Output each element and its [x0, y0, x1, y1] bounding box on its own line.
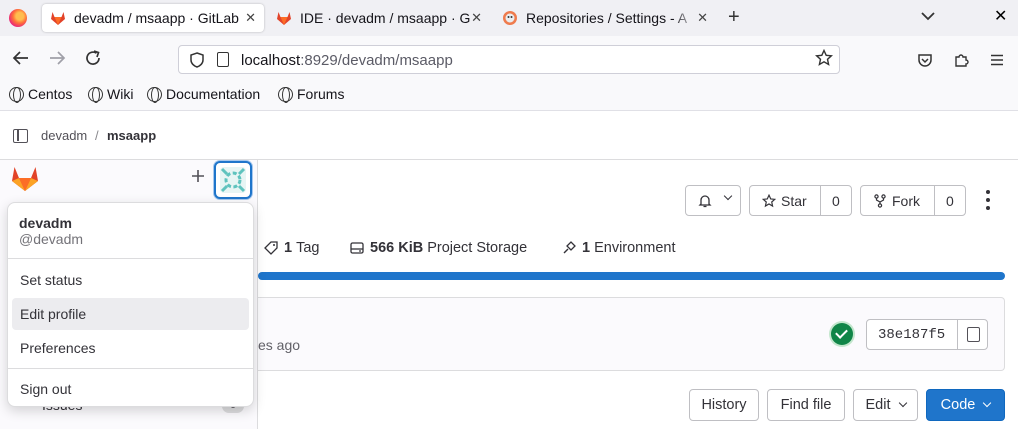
chevron-down-icon [723, 191, 733, 201]
tab-title: Repositories / Settings - A [526, 10, 688, 26]
argo-icon [503, 11, 517, 25]
reload-icon[interactable] [84, 49, 102, 67]
menu-divider [8, 368, 253, 369]
stat-tags[interactable]: 1 Tag [264, 240, 319, 256]
repository-language-bar [258, 272, 1005, 280]
create-new-plus-icon[interactable] [190, 168, 206, 184]
user-display-name[interactable]: devadm [19, 215, 72, 231]
menu-item-set-status[interactable]: Set status [12, 264, 249, 296]
gitlab-icon [277, 12, 291, 25]
extensions-icon[interactable] [953, 52, 969, 68]
storage-icon [350, 242, 364, 254]
breadcrumb: devadm / msaapp [0, 112, 1018, 160]
bookmark-documentation[interactable]: Documentation [147, 86, 260, 103]
back-icon[interactable] [12, 49, 30, 67]
copy-icon[interactable] [967, 327, 980, 342]
pipeline-passed-icon[interactable] [831, 323, 853, 345]
star-button[interactable]: Star 0 [749, 185, 852, 216]
close-tab-icon[interactable]: ✕ [471, 10, 482, 26]
address-bar[interactable]: localhost:8929/devadm/msaapp [178, 45, 840, 74]
tracking-protection-shield-icon[interactable] [190, 52, 204, 68]
bell-icon [698, 195, 712, 208]
code-label: Code [940, 397, 976, 413]
code-dropdown-button[interactable]: Code [926, 389, 1005, 421]
edit-label: Edit [865, 397, 891, 413]
menu-item-sign-out[interactable]: Sign out [12, 373, 249, 405]
tab-argo-repositories[interactable]: Repositories / Settings - A ✕ [494, 4, 716, 32]
sidebar-toggle-icon[interactable] [13, 129, 28, 143]
new-tab-button[interactable]: + [728, 7, 740, 27]
button-divider [820, 186, 821, 215]
pocket-icon[interactable] [917, 52, 933, 68]
firefox-icon[interactable] [9, 9, 27, 27]
star-count[interactable]: 0 [832, 193, 840, 209]
star-icon [762, 194, 776, 208]
edit-dropdown-button[interactable]: Edit [853, 389, 918, 421]
user-menu-dropdown: devadm @devadm Set status Edit profile P… [7, 202, 254, 407]
notification-settings-button[interactable] [685, 185, 741, 216]
chevron-down-icon [898, 398, 907, 408]
bookmark-forums[interactable]: Forums [278, 86, 344, 103]
app-menu-icon[interactable] [989, 52, 1005, 68]
tab-gitlab-project[interactable]: devadm / msaapp · GitLab ✕ [42, 4, 264, 32]
close-tab-icon[interactable]: ✕ [245, 10, 256, 26]
environment-icon [563, 241, 576, 254]
user-avatar-button[interactable] [214, 161, 252, 199]
bookmark-star-icon[interactable] [815, 49, 833, 67]
chevron-down-icon [983, 398, 992, 408]
gitlab-logo[interactable] [11, 165, 39, 192]
commit-sha-group: 38e187f5 [866, 319, 988, 350]
url-text[interactable]: localhost:8929/devadm/msaapp [241, 52, 453, 69]
browser-tab-strip: devadm / msaapp · GitLab ✕ IDE · devadm … [0, 0, 1018, 36]
close-window-icon[interactable]: ✕ [994, 6, 1007, 26]
commit-sha[interactable]: 38e187f5 [878, 327, 945, 343]
breadcrumb-current[interactable]: msaapp [107, 128, 156, 143]
page-info-icon[interactable] [217, 52, 229, 67]
more-actions-kebab-icon[interactable] [986, 190, 991, 210]
tab-title: devadm / msaapp · GitLab [74, 10, 239, 26]
menu-divider [8, 258, 253, 259]
commit-time: es ago [258, 337, 301, 353]
globe-icon [147, 86, 162, 103]
globe-icon [88, 86, 103, 103]
avatar [220, 167, 246, 193]
star-label: Star [781, 193, 807, 209]
tab-title: IDE · devadm / msaapp · G [300, 10, 470, 26]
fork-label: Fork [892, 193, 920, 209]
globe-icon [278, 86, 293, 103]
tag-icon [264, 241, 278, 255]
fork-icon [874, 194, 886, 208]
stat-environments[interactable]: 1 Environment [562, 240, 675, 256]
forward-icon[interactable] [48, 49, 66, 67]
fork-count[interactable]: 0 [946, 193, 954, 209]
find-file-button[interactable]: Find file [767, 389, 845, 421]
menu-item-preferences[interactable]: Preferences [12, 332, 249, 364]
stat-project-storage[interactable]: 566 KiB Project Storage [350, 240, 527, 256]
gitlab-icon [51, 12, 65, 25]
fork-button[interactable]: Fork 0 [860, 185, 966, 216]
history-button[interactable]: History [689, 389, 759, 421]
bookmark-centos[interactable]: Centos [9, 86, 72, 103]
breadcrumb-separator: / [95, 128, 99, 143]
button-divider [934, 186, 935, 215]
user-handle[interactable]: @devadm [19, 231, 83, 247]
menu-item-edit-profile[interactable]: Edit profile [12, 298, 249, 330]
close-tab-icon[interactable]: ✕ [697, 10, 708, 26]
button-divider [957, 320, 958, 349]
tab-ide[interactable]: IDE · devadm / msaapp · G ✕ [268, 4, 490, 32]
bookmark-wiki[interactable]: Wiki [88, 86, 133, 103]
breadcrumb-parent[interactable]: devadm [41, 128, 87, 143]
bookmarks-toolbar: Centos Wiki Documentation Forums [0, 80, 1018, 111]
globe-icon [9, 86, 24, 103]
language-bar-fill[interactable] [258, 272, 1005, 280]
list-all-tabs-icon[interactable] [920, 8, 936, 24]
